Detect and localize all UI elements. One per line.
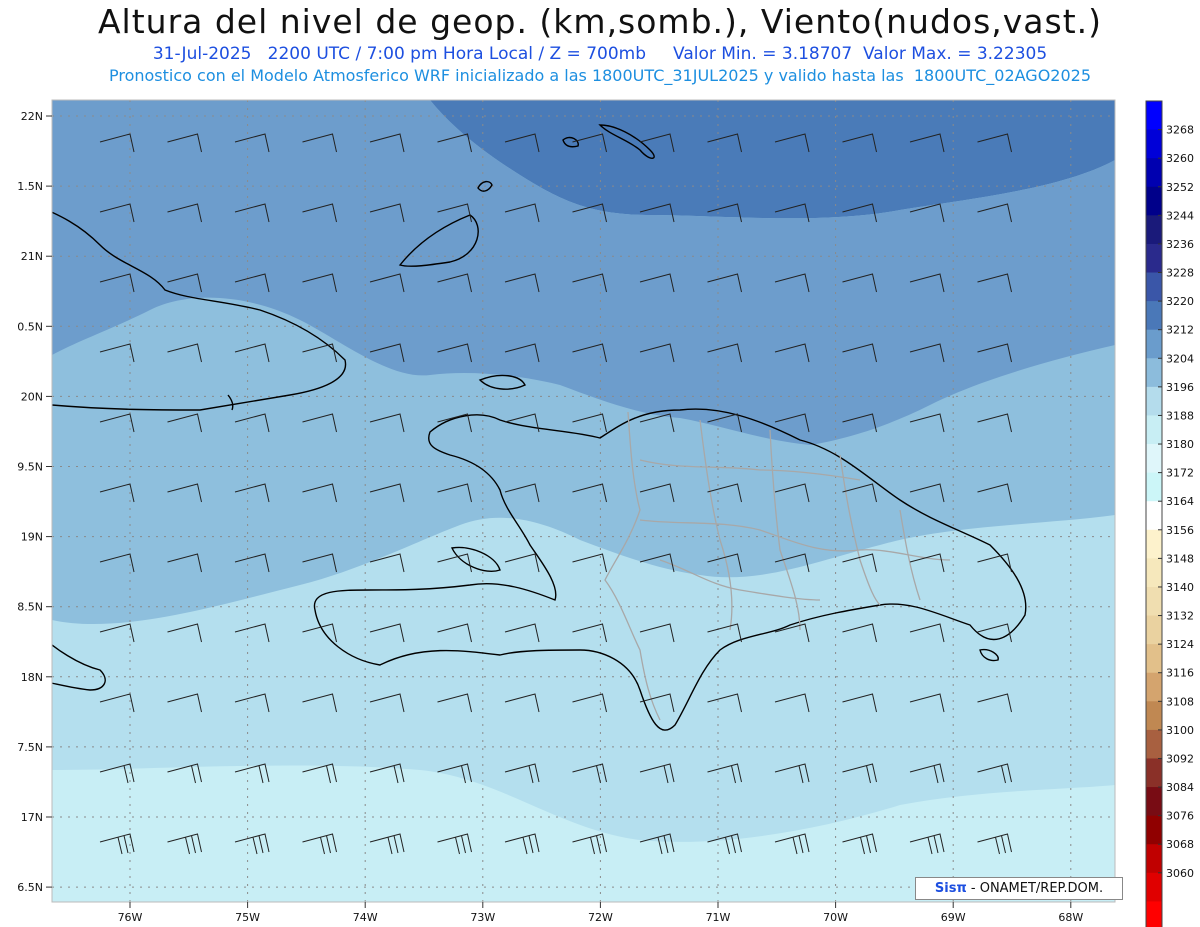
colorbar-label: 3252 [1166,181,1194,194]
colorbar-label: 3212 [1166,324,1194,337]
colorbar-swatch [1146,158,1162,188]
lon-label: 73W [470,911,495,924]
colorbar-swatch [1146,215,1162,245]
lon-label: 72W [588,911,613,924]
colorbar-swatch [1146,758,1162,788]
wind-barb [303,904,337,924]
colorbar-swatch [1146,272,1162,302]
lon-label: 76W [118,911,143,924]
colorbar-label: 3156 [1166,524,1194,537]
colorbar-label: 3108 [1166,695,1194,708]
colorbar-swatch [1146,901,1162,927]
colorbar-swatch [1146,101,1162,131]
lat-label: 8.5N [17,601,43,614]
colorbar-swatch [1146,444,1162,474]
sisp-logo: Sisπ [934,881,967,896]
colorbar-label: 3076 [1166,810,1194,823]
colorbar-label: 3132 [1166,610,1194,623]
colorbar-swatch [1146,329,1162,359]
lon-label: 69W [941,911,966,924]
lat-label: 21N [21,250,43,263]
wind-barb [640,904,674,924]
colorbar-label: 3060 [1166,867,1194,880]
colorbar-swatch [1146,844,1162,874]
shaded-field [52,100,1115,902]
colorbar-swatch [1146,415,1162,445]
credit-box: Sisπ - ONAMET/REP.DOM. [915,877,1123,900]
colorbar-label: 3236 [1166,238,1194,251]
longitude-labels: 76W 75W 74W 73W 72W 71W 70W 69W 68W [118,902,1083,924]
wind-barb [978,904,1012,924]
colorbar-swatch [1146,644,1162,674]
colorbar-swatch [1146,615,1162,645]
lon-label: 74W [353,911,378,924]
lat-label: 7.5N [17,741,43,754]
colorbar-swatch [1146,729,1162,759]
lon-label: 75W [235,911,260,924]
colorbar: 3268 3260 3252 3244 3236 3228 3220 3212 3204 3196… [1145,100,1194,927]
colorbar-swatch [1146,672,1162,702]
colorbar-label: 3180 [1166,438,1194,451]
colorbar-swatch [1146,472,1162,502]
colorbar-swatch [1146,815,1162,845]
colorbar-label: 3196 [1166,381,1194,394]
colorbar-swatch [1146,558,1162,588]
colorbar-label: 3140 [1166,581,1194,594]
colorbar-swatch [1146,701,1162,731]
colorbar-label: 3220 [1166,295,1194,308]
colorbar-swatch [1146,872,1162,902]
colorbar-swatch [1146,129,1162,159]
lat-label: 0.5N [17,320,43,333]
wind-barb [168,904,202,924]
colorbar-label: 3084 [1166,781,1194,794]
colorbar-label: 3260 [1166,152,1194,165]
colorbar-swatch [1146,529,1162,559]
colorbar-swatch [1146,301,1162,331]
wind-barb [438,904,472,924]
colorbar-swatch [1146,386,1162,416]
colorbar-swatch [1146,787,1162,817]
lat-label: 6.5N [17,881,43,894]
colorbar-label: 3204 [1166,352,1194,365]
wind-barb [910,904,944,924]
lon-label: 70W [823,911,848,924]
colorbar-label: 3228 [1166,267,1194,280]
colorbar-label: 3116 [1166,667,1194,680]
colorbar-swatch [1146,243,1162,274]
wind-barb [505,904,539,924]
lat-label: 9.5N [17,461,43,474]
colorbar-label: 3172 [1166,467,1194,480]
colorbar-label: 3244 [1166,209,1194,222]
colorbar-label: 3164 [1166,495,1194,508]
credit-text: - ONAMET/REP.DOM. [966,881,1104,896]
lon-label: 68W [1058,911,1083,924]
wind-barb [775,904,809,924]
colorbar-label: 3092 [1166,752,1194,765]
lon-label: 71W [706,911,731,924]
colorbar-label: 3148 [1166,552,1194,565]
colorbar-label: 3124 [1166,638,1194,651]
colorbar-label: 3268 [1166,124,1194,137]
colorbar-label: 3068 [1166,838,1194,851]
colorbar-swatch [1146,586,1162,617]
lat-label: 19N [21,531,43,544]
colorbar-swatch [1146,501,1162,531]
lat-label: 17N [21,811,43,824]
lat-label: 22N [21,110,43,123]
colorbar-label: 3188 [1166,409,1194,422]
latitude-labels: 22N 1.5N 21N 0.5N 20N 9.5N 19N 8.5N 18N 7.5N 17N 6.… [17,110,52,894]
colorbar-label: 3100 [1166,724,1194,737]
colorbar-swatch [1146,358,1162,388]
lat-label: 1.5N [17,180,43,193]
colorbar-swatch [1146,186,1162,216]
geopotential-map: 22N 1.5N 21N 0.5N 20N 9.5N 19N 8.5N 18N 7.5N 17N 6.… [17,99,1194,927]
lat-label: 18N [21,671,43,684]
lat-label: 20N [21,390,43,403]
